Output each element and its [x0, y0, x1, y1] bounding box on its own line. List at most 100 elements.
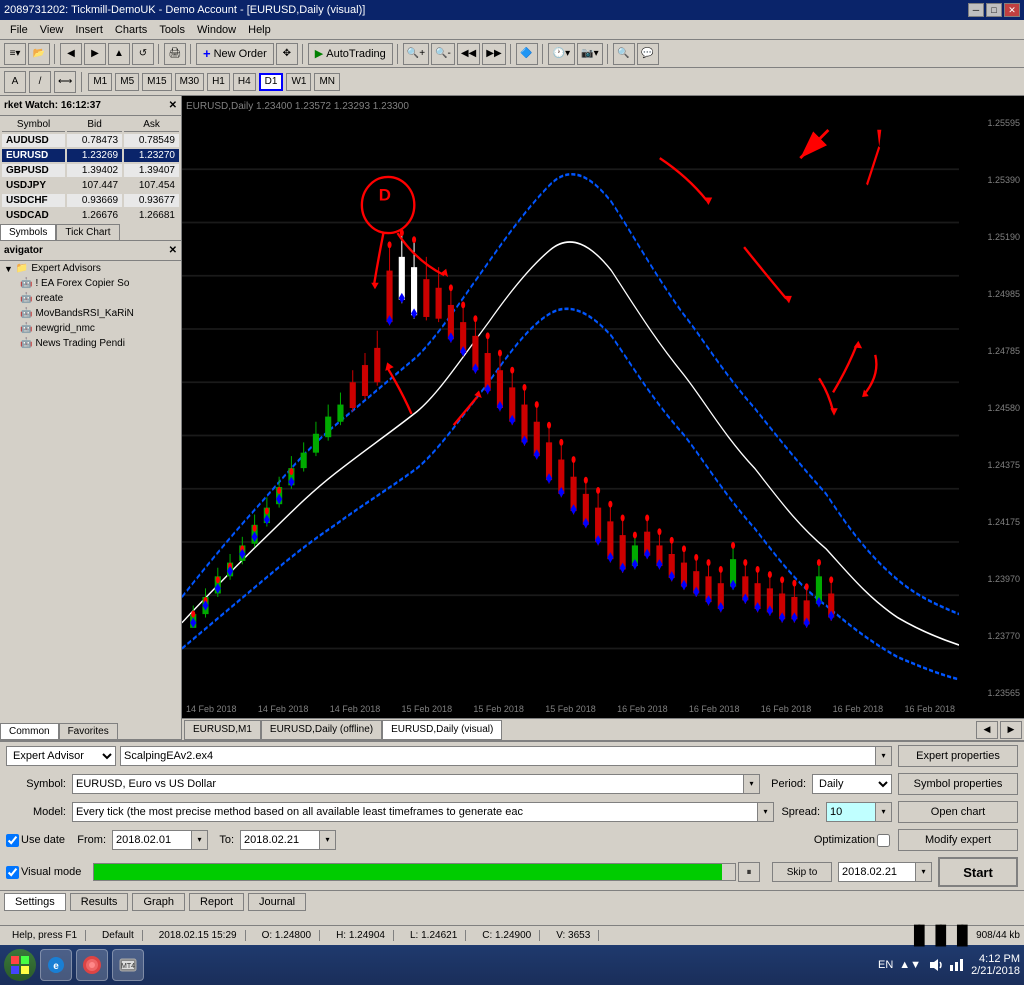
expert-properties-button[interactable]: Expert properties [898, 745, 1018, 767]
tf-d1[interactable]: D1 [259, 73, 284, 91]
tf-h1[interactable]: H1 [207, 73, 230, 91]
tab-favorites[interactable]: Favorites [59, 723, 118, 739]
auto-trading-button[interactable]: ▶ AutoTrading [308, 43, 393, 65]
optimization-checkbox[interactable] [877, 834, 890, 847]
nav-item-movbandsrsi_karin[interactable]: 🤖 MovBandsRSI_KaRiN [0, 306, 181, 321]
toolbar-line[interactable]: / [29, 71, 51, 93]
tf-m1[interactable]: M1 [88, 73, 112, 91]
taskbar-app-1[interactable]: e [40, 949, 72, 981]
tf-mn[interactable]: MN [314, 73, 340, 91]
tf-m5[interactable]: M5 [115, 73, 139, 91]
skip-to-button[interactable]: Skip to [772, 862, 832, 882]
tab-graph[interactable]: Graph [132, 893, 185, 911]
from-date-dropdown[interactable]: ▾ [192, 830, 208, 850]
toolbar-chart-scroll-left[interactable]: ◀◀ [457, 43, 480, 65]
toolbar-search[interactable]: 🔍 [613, 43, 635, 65]
chart-tab-eurusd-m1[interactable]: EURUSD,M1 [184, 720, 261, 740]
toolbar-chat[interactable]: 💬 [637, 43, 659, 65]
skip-to-date-input[interactable] [838, 862, 916, 882]
tab-journal[interactable]: Journal [248, 893, 306, 911]
minimize-button[interactable]: ─ [968, 3, 984, 17]
market-watch-row-gbpusd[interactable]: GBPUSD 1.39402 1.39407 [2, 164, 179, 177]
toolbar-cursor[interactable]: A [4, 71, 26, 93]
menu-help[interactable]: Help [242, 22, 277, 38]
toolbar-chart-scroll-right[interactable]: ▶▶ [482, 43, 505, 65]
chart-canvas[interactable]: D [182, 116, 1024, 700]
toolbar-back[interactable]: ◀ [60, 43, 82, 65]
toolbar-crosshair[interactable]: ✥ [276, 43, 298, 65]
symbol-input[interactable] [72, 774, 744, 794]
tab-results[interactable]: Results [70, 893, 129, 911]
tab-symbols[interactable]: Symbols [0, 224, 56, 240]
market-watch-row-usdcad[interactable]: USDCAD 1.26676 1.26681 [2, 209, 179, 222]
visual-mode-checkbox[interactable] [6, 866, 19, 879]
toolbar-objects[interactable]: 🔷 [516, 43, 538, 65]
navigator-close[interactable]: ✕ [169, 245, 177, 256]
menu-charts[interactable]: Charts [109, 22, 153, 38]
pause-button[interactable]: ⏸ [738, 862, 760, 882]
menu-tools[interactable]: Tools [153, 22, 191, 38]
market-watch-row-eurusd[interactable]: EURUSD 1.23269 1.23270 [2, 149, 179, 162]
menu-view[interactable]: View [34, 22, 70, 38]
market-watch-row-usdchf[interactable]: USDCHF 0.93669 0.93677 [2, 194, 179, 207]
new-order-button[interactable]: + New Order [196, 43, 274, 65]
nav-item-!-ea-forex-copier-so[interactable]: 🤖 ! EA Forex Copier So [0, 276, 181, 291]
modify-expert-button[interactable]: Modify expert [898, 829, 1018, 851]
market-watch-row-audusd[interactable]: AUDUSD 0.78473 0.78549 [2, 134, 179, 147]
toolbar-chart-zoom-out[interactable]: 🔍- [431, 43, 455, 65]
model-dropdown[interactable]: ▾ [758, 802, 774, 822]
tab-report[interactable]: Report [189, 893, 244, 911]
toolbar-screenshot[interactable]: 📷▾ [577, 43, 602, 65]
from-date-input[interactable] [112, 830, 192, 850]
windows-start-button[interactable] [4, 949, 36, 981]
tab-tick-chart[interactable]: Tick Chart [56, 224, 119, 240]
market-watch-row-usdjpy[interactable]: USDJPY 107.447 107.454 [2, 179, 179, 192]
tab-common[interactable]: Common [0, 723, 59, 739]
tf-m30[interactable]: M30 [175, 73, 204, 91]
expert-advisor-type-select[interactable]: Expert Advisor [6, 746, 116, 766]
toolbar-up[interactable]: ▲ [108, 43, 130, 65]
close-button[interactable]: ✕ [1004, 3, 1020, 17]
skip-to-date-dropdown[interactable]: ▾ [916, 862, 932, 882]
market-watch-close[interactable]: ✕ [169, 100, 177, 111]
chart-area[interactable]: EURUSD,Daily 1.23400 1.23572 1.23293 1.2… [182, 96, 1024, 740]
period-select[interactable]: Daily [812, 774, 892, 794]
spread-input[interactable] [826, 802, 876, 822]
toolbar-time[interactable]: 🕐▾ [548, 43, 575, 65]
tab-settings[interactable]: Settings [4, 893, 66, 911]
taskbar-app-3[interactable]: MT4 [112, 949, 144, 981]
toolbar-btn-2[interactable]: 📂 [28, 43, 50, 65]
chart-tab-eurusd-daily-offline[interactable]: EURUSD,Daily (offline) [261, 720, 382, 740]
to-date-input[interactable] [240, 830, 320, 850]
toolbar-refresh[interactable]: ↺ [132, 43, 154, 65]
maximize-button[interactable]: □ [986, 3, 1002, 17]
expert-advisor-input[interactable] [120, 746, 876, 766]
symbol-dropdown[interactable]: ▾ [744, 774, 760, 794]
use-date-checkbox[interactable] [6, 834, 19, 847]
nav-item-create[interactable]: 🤖 create [0, 291, 181, 306]
model-input[interactable] [72, 802, 758, 822]
chart-tab-eurusd-daily-visual[interactable]: EURUSD,Daily (visual) [382, 720, 502, 740]
menu-window[interactable]: Window [191, 22, 242, 38]
symbol-properties-button[interactable]: Symbol properties [898, 773, 1018, 795]
chart-tab-scroll-right[interactable]: ▶ [1000, 721, 1022, 739]
menu-insert[interactable]: Insert [69, 22, 109, 38]
tf-w1[interactable]: W1 [286, 73, 311, 91]
expert-advisor-dropdown[interactable]: ▾ [876, 746, 892, 766]
taskbar-app-2[interactable] [76, 949, 108, 981]
spread-dropdown[interactable]: ▾ [876, 802, 892, 822]
toolbar-hline[interactable]: ⟷ [54, 71, 76, 93]
toolbar-chart-zoom-in[interactable]: 🔍+ [403, 43, 429, 65]
menu-file[interactable]: File [4, 22, 34, 38]
nav-item-news-trading-pendi[interactable]: 🤖 News Trading Pendi [0, 336, 181, 351]
toolbar-forward[interactable]: ▶ [84, 43, 106, 65]
start-button[interactable]: Start [938, 857, 1018, 887]
toolbar-btn-1[interactable]: ≡▾ [4, 43, 26, 65]
nav-item-newgrid_nmc[interactable]: 🤖 newgrid_nmc [0, 321, 181, 336]
open-chart-button[interactable]: Open chart [898, 801, 1018, 823]
nav-item-expert-advisors[interactable]: ▼ 📁 Expert Advisors [0, 261, 181, 276]
chart-tab-scroll-left[interactable]: ◀ [976, 721, 998, 739]
to-date-dropdown[interactable]: ▾ [320, 830, 336, 850]
toolbar-print[interactable]: 🖨 [164, 43, 186, 65]
tf-h4[interactable]: H4 [233, 73, 256, 91]
